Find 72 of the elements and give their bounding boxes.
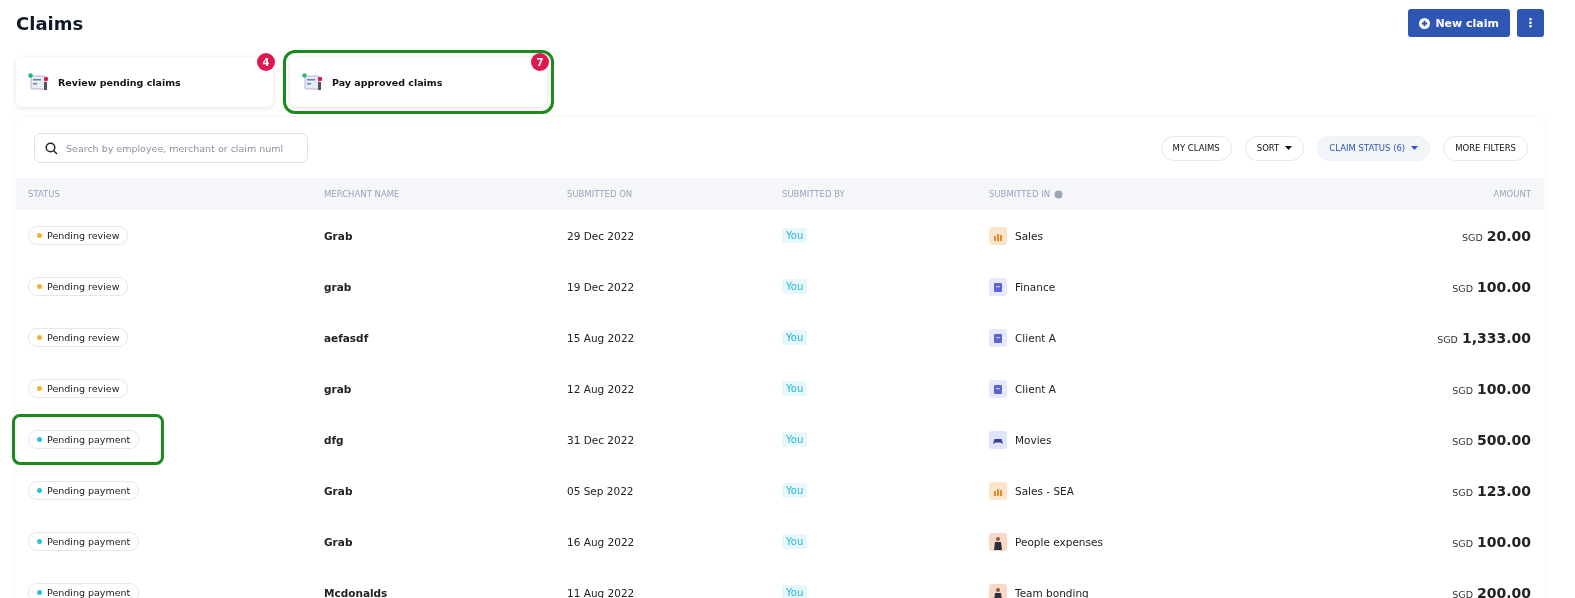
amount: SGD 1,333.00 xyxy=(1437,329,1531,346)
merchant-name: dfg xyxy=(324,433,344,446)
submitter-tag: You xyxy=(782,279,808,294)
status-tag: Pending payment xyxy=(28,430,140,449)
merchant-name: Grab xyxy=(324,535,353,548)
filter-button[interactable]: MY CLAIMS xyxy=(1160,135,1232,161)
count-badge: 4 xyxy=(257,53,275,71)
filter-button[interactable]: CLAIM STATUS (6) xyxy=(1317,135,1431,161)
merchant-name: Grab xyxy=(324,229,353,242)
submitted-date: 19 Dec 2022 xyxy=(567,280,635,293)
group-name: Client A xyxy=(1015,331,1056,344)
amount: SGD 100.00 xyxy=(1452,278,1531,295)
document-icon xyxy=(989,379,1007,398)
document-icon xyxy=(989,328,1007,347)
submitter-tag: You xyxy=(782,585,808,598)
submitted-date: 12 Aug 2022 xyxy=(567,382,635,395)
submitter-tag: You xyxy=(782,330,808,345)
bar-chart-icon xyxy=(989,481,1007,500)
merchant-name: Mcdonalds xyxy=(324,586,388,598)
status-tag: Pending payment xyxy=(28,481,140,500)
task-label: Pay approved claims xyxy=(332,76,443,88)
search-icon xyxy=(45,142,58,155)
document-icon xyxy=(989,277,1007,296)
person-figure-icon xyxy=(989,532,1007,551)
amount: SGD 200.00 xyxy=(1452,584,1531,598)
amount: SGD 20.00 xyxy=(1462,227,1531,244)
status-tag: Pending review xyxy=(28,328,129,347)
submitter-tag: You xyxy=(782,381,808,396)
amount: SGD 100.00 xyxy=(1452,533,1531,550)
submitted-date: 31 Dec 2022 xyxy=(567,433,635,446)
person-figure-icon xyxy=(989,583,1007,598)
more-options-button[interactable]: ⋮ xyxy=(1517,9,1544,37)
task-label: Review pending claims xyxy=(58,76,181,88)
group-name: Client A xyxy=(1015,382,1056,395)
group-name: People expenses xyxy=(1015,535,1103,548)
amount: SGD 100.00 xyxy=(1452,380,1531,397)
search-field[interactable]: Search by employee, merchant or claim numl xyxy=(34,133,308,163)
submitted-date: 29 Dec 2022 xyxy=(567,229,635,242)
plus-circle-icon xyxy=(1419,17,1431,29)
submitter-tag: You xyxy=(782,228,808,243)
bar-chart-icon xyxy=(989,226,1007,245)
claims-form-icon xyxy=(302,73,324,91)
submitter-tag: You xyxy=(782,483,808,498)
filter-button[interactable]: MORE FILTERS xyxy=(1443,135,1528,161)
group-name: Sales - SEA xyxy=(1015,484,1074,497)
group-name: Movies xyxy=(1015,433,1052,446)
status-tag: Pending payment xyxy=(28,532,140,551)
amount: SGD 500.00 xyxy=(1452,431,1531,448)
status-tag: Pending review xyxy=(28,226,129,245)
group-name: Finance xyxy=(1015,280,1056,293)
amount: SGD 123.00 xyxy=(1452,482,1531,499)
submitted-date: 11 Aug 2022 xyxy=(567,586,635,598)
merchant-name: grab xyxy=(324,382,352,395)
submitter-tag: You xyxy=(782,432,808,447)
status-tag: Pending review xyxy=(28,379,129,398)
new-claim-button[interactable]: New claim xyxy=(1408,9,1510,37)
submitted-date: 05 Sep 2022 xyxy=(567,484,634,497)
group-name: Sales xyxy=(1015,229,1043,242)
claims-form-icon xyxy=(28,73,50,91)
submitter-tag: You xyxy=(782,534,808,549)
merchant-name: aefasdf xyxy=(324,331,369,344)
gamepad-icon xyxy=(989,430,1007,449)
page-title: Claims xyxy=(16,12,84,34)
status-tag: Pending payment xyxy=(28,583,140,598)
submitted-date: 15 Aug 2022 xyxy=(567,331,635,344)
filter-button[interactable]: SORT xyxy=(1244,135,1305,161)
merchant-name: grab xyxy=(324,280,352,293)
merchant-name: Grab xyxy=(324,484,353,497)
group-name: Team bonding xyxy=(1015,586,1089,598)
status-tag: Pending review xyxy=(28,277,129,296)
count-badge: 7 xyxy=(531,53,549,71)
submitted-date: 16 Aug 2022 xyxy=(567,535,635,548)
